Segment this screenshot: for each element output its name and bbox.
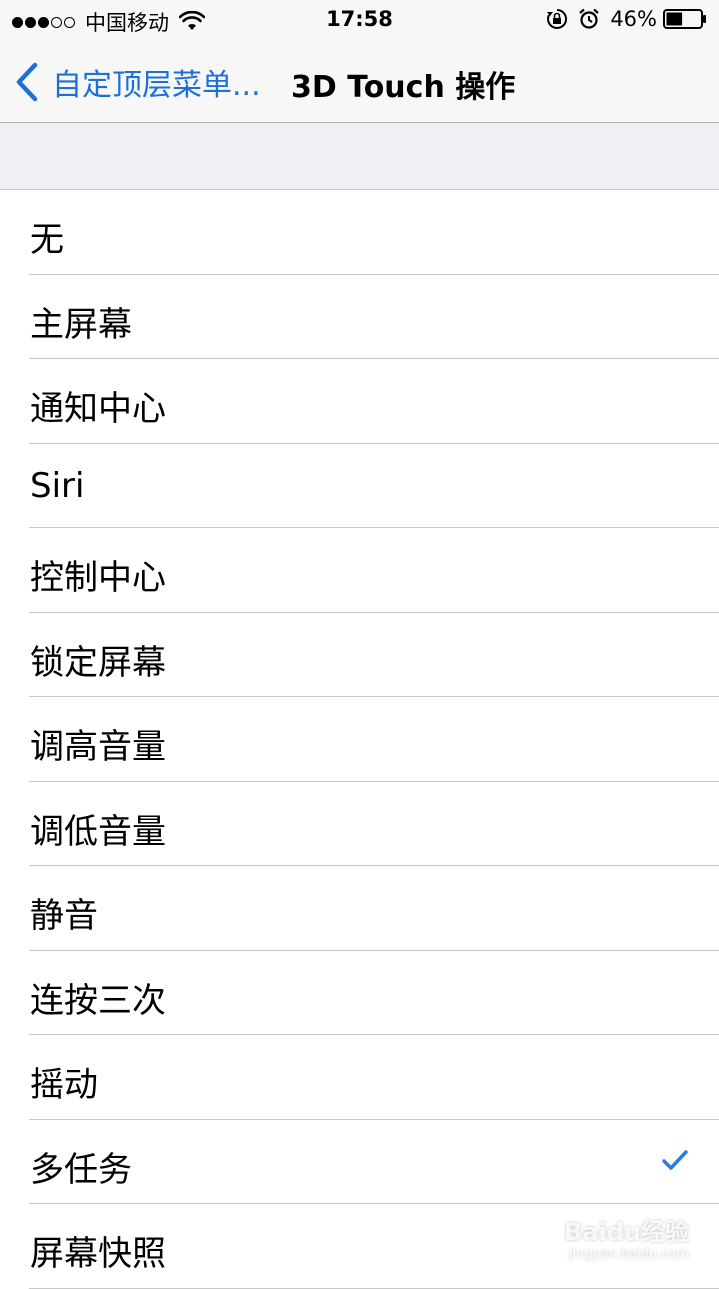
list-item[interactable]: 摇动 [0,1035,719,1120]
list-item[interactable]: Siri [0,443,719,528]
page-title: 3D Touch 操作 [291,70,516,105]
chevron-left-icon [16,62,38,102]
battery-icon [663,9,706,29]
list-item[interactable]: 主屏幕 [0,274,719,359]
list-item[interactable]: 锁定屏幕 [0,612,719,697]
list-item-label: 主屏幕 [30,304,132,345]
list-item[interactable]: 控制中心 [0,528,719,613]
list-item-label: 静音 [30,896,98,936]
list-item-label: 控制中心 [30,558,166,598]
watermark-url: jingyan.baidu.com [569,1247,689,1262]
checkmark-icon [662,1149,688,1170]
list-item-label: 锁定屏幕 [30,642,166,683]
list-item[interactable]: 无 [0,190,719,275]
section-header-spacer [0,123,719,190]
list-item[interactable]: 连按三次 [0,950,719,1035]
list-item-label: 连按三次 [30,980,166,1021]
list-item[interactable]: 静音 [0,866,719,951]
navigation-bar: 自定顶层菜单... 3D Touch 操作 [0,40,719,123]
list-item-label: 屏幕快照 [30,1234,166,1274]
battery-percent: 46% [610,7,657,31]
row-separator [29,1287,719,1289]
list-item[interactable]: 通知中心 [0,359,719,444]
list-item-label: 通知中心 [30,389,166,429]
list-item-label: 摇动 [30,1065,98,1105]
status-right: 46% [546,7,707,31]
status-bar: 中国移动 17:58 46% [0,0,719,40]
list-item-label: 无 [30,220,64,260]
rotation-lock-icon [547,8,568,29]
list-item-label: 调高音量 [30,727,166,767]
alarm-icon [579,8,600,29]
back-button[interactable]: 自定顶层菜单... [14,60,261,104]
watermark: Baidu经验 jingyan.baidu.com [564,1212,689,1262]
back-button-label: 自定顶层菜单... [52,68,261,103]
options-list: 无主屏幕通知中心 Siri 控制中心锁定屏幕调高音量调低音量静音连按三次摇动多任务屏… [0,190,719,1289]
list-item[interactable]: 调低音量 [0,781,719,866]
watermark-brand: Baidu经验 [564,1218,689,1246]
list-item-label: 调低音量 [30,811,166,852]
list-item-label: Siri [30,465,85,506]
list-item[interactable]: 调高音量 [0,697,719,782]
list-item[interactable]: 多任务 [0,1119,719,1204]
list-item-label: 多任务 [30,1149,132,1190]
